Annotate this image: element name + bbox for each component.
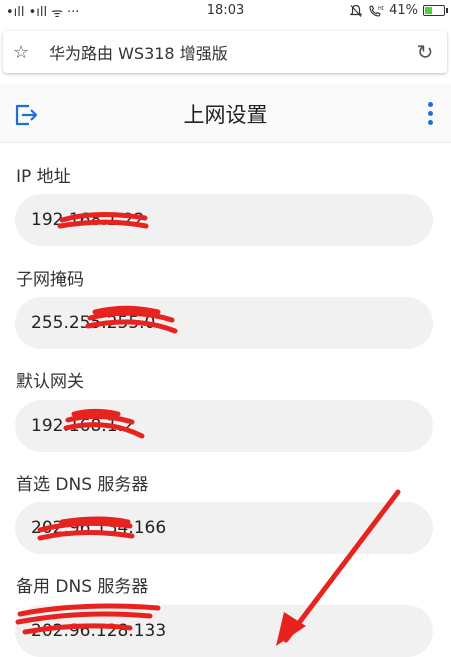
secondary-dns-label: 备用 DNS 服务器	[16, 577, 149, 597]
more-vertical-icon[interactable]	[425, 102, 435, 128]
menu-dot	[427, 111, 433, 116]
secondary-dns-value: 202.96.128.133	[31, 621, 167, 641]
bookmark-star-icon[interactable]: ☆	[13, 42, 43, 63]
hd-call-icon: HD	[369, 4, 384, 17]
subnet-mask-label: 子网掩码	[16, 270, 84, 290]
app-header: 上网设置	[0, 84, 451, 143]
default-gateway-value: 192.168.1.2	[31, 416, 134, 436]
ip-address-value: 192.168.1.22	[31, 210, 145, 230]
page-title-text[interactable]: 华为路由 WS318 增强版	[49, 40, 411, 64]
browser-title-bar: ☆ 华为路由 WS318 增强版 ↻	[3, 31, 447, 73]
annotation-arrow	[276, 489, 401, 646]
default-gateway-field[interactable]: 192.168.1.2	[15, 400, 433, 452]
refresh-icon[interactable]: ↻	[411, 40, 439, 64]
menu-dot	[427, 120, 433, 125]
default-gateway-label: 默认网关	[16, 372, 84, 392]
primary-dns-label: 首选 DNS 服务器	[16, 475, 149, 495]
bell-off-icon	[349, 4, 363, 17]
battery-icon	[423, 5, 448, 16]
status-right: HD 41%	[349, 3, 448, 18]
battery-fill	[425, 7, 432, 14]
ip-address-label: IP 地址	[16, 167, 71, 187]
subnet-mask-field[interactable]: 255.255.255.0	[15, 297, 433, 349]
battery-percent: 41%	[389, 3, 418, 18]
svg-text:HD: HD	[378, 6, 384, 12]
primary-dns-value: 202.96.134.166	[31, 518, 167, 538]
ip-address-field[interactable]: 192.168.1.22	[15, 194, 433, 246]
screen-title: 上网设置	[183, 103, 268, 127]
subnet-mask-value: 255.255.255.0	[31, 313, 156, 333]
menu-dot	[427, 102, 433, 107]
status-bar: •ıll •ıll ᯤ ··· 18:03 HD 41%	[0, 0, 451, 22]
